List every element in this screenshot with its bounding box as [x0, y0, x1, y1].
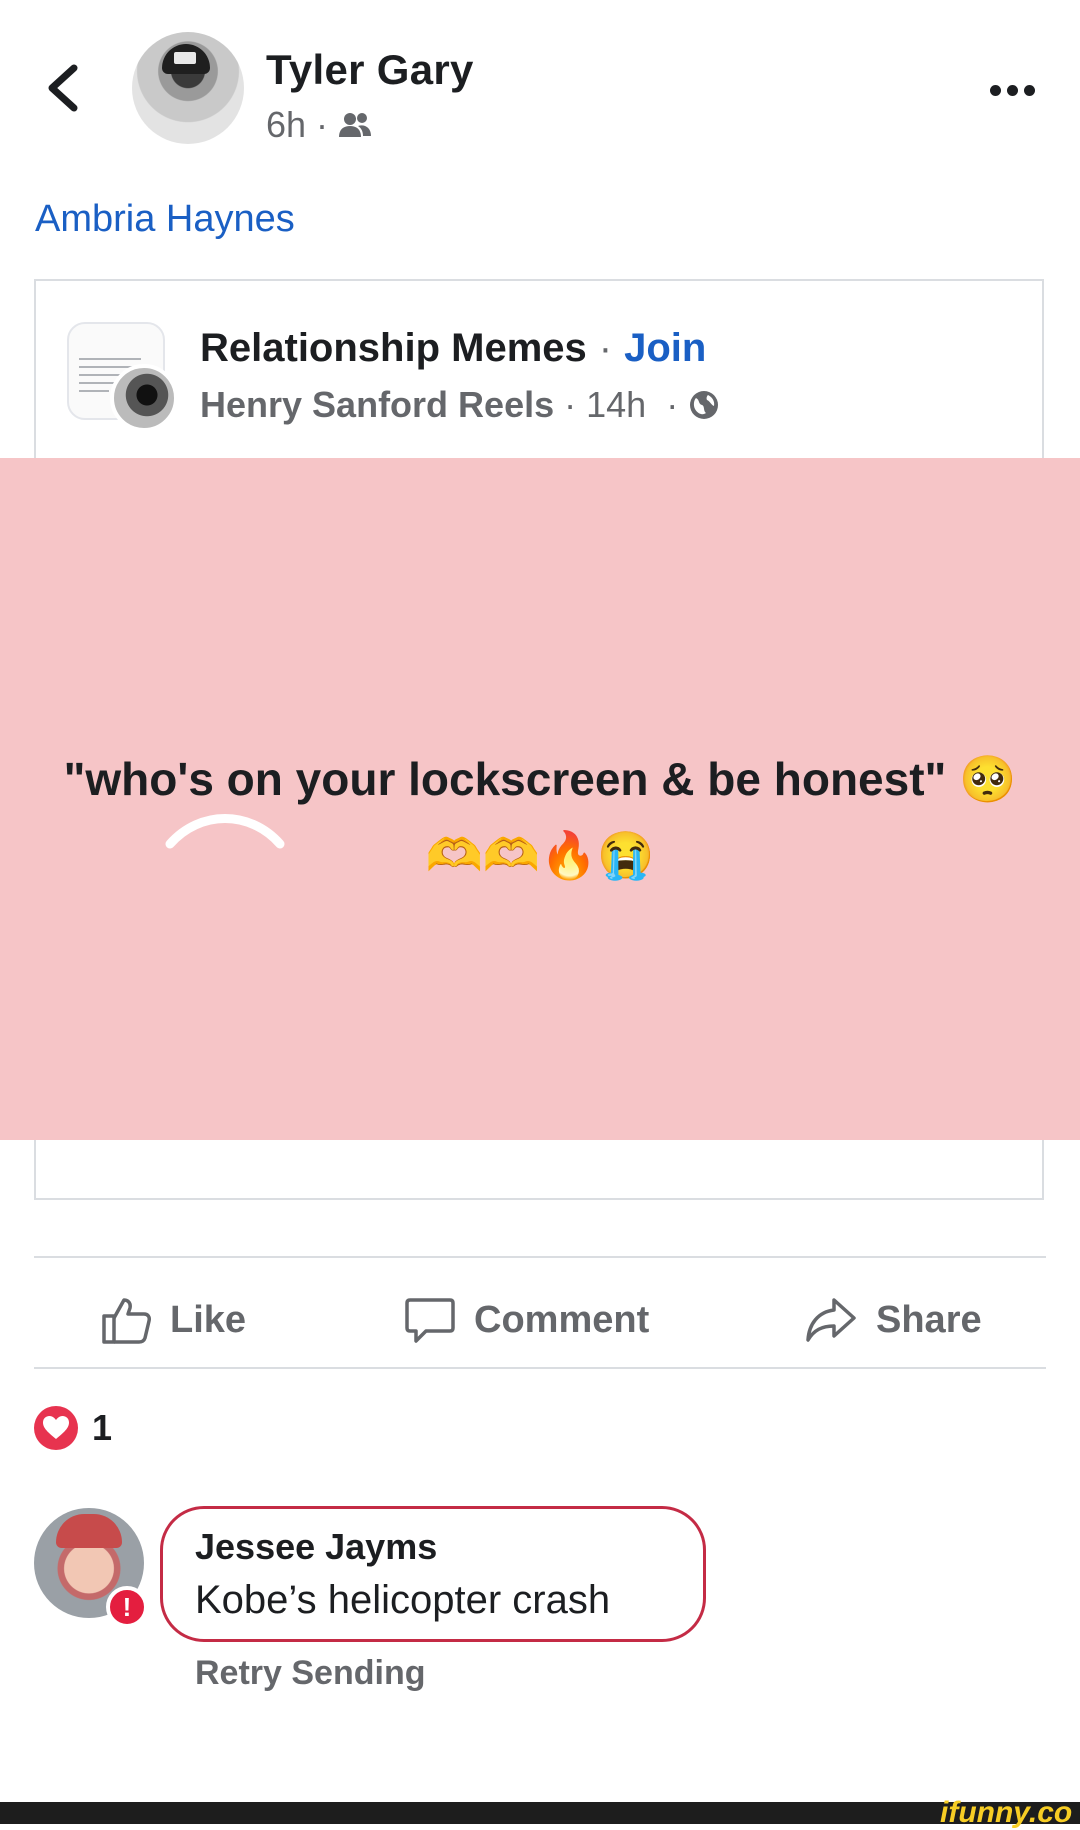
comment-text: Kobe’s helicopter crash: [195, 1578, 611, 1622]
source-separator-2: ·: [666, 384, 679, 425]
share-label: Share: [876, 1298, 982, 1341]
post-meta: 6h ·: [266, 104, 372, 146]
back-button[interactable]: [40, 60, 90, 116]
reaction-summary[interactable]: 1: [34, 1406, 112, 1450]
dot-icon: [1006, 84, 1018, 96]
group-name[interactable]: Relationship Memes: [200, 326, 587, 371]
share-button[interactable]: Share: [804, 1292, 982, 1348]
thumbs-up-icon: [102, 1298, 151, 1344]
like-button[interactable]: Like: [100, 1292, 246, 1348]
globe-icon: [690, 391, 719, 419]
post-time: 6h: [266, 104, 307, 145]
watermark-text: ifunny.co: [940, 1796, 1073, 1829]
divider: [34, 1256, 1046, 1258]
comment-label: Comment: [474, 1298, 650, 1341]
comment-button[interactable]: Comment: [404, 1292, 649, 1348]
like-label: Like: [170, 1298, 247, 1341]
source-line: Henry Sanford Reels · 14h ·: [200, 384, 720, 426]
source-time: 14h: [586, 384, 647, 425]
author-avatar[interactable]: [132, 32, 244, 144]
author-name[interactable]: Tyler Gary: [266, 46, 474, 94]
love-reaction-icon: [34, 1406, 78, 1450]
retry-sending-button[interactable]: Retry Sending: [195, 1654, 425, 1693]
comment-bubble-icon: [405, 1298, 455, 1343]
meta-separator: ·: [316, 104, 329, 145]
tagged-user-link[interactable]: Ambria Haynes: [35, 198, 295, 241]
source-name[interactable]: Henry Sanford Reels: [200, 384, 554, 426]
friends-audience-icon: [339, 113, 372, 137]
group-separator: ·: [598, 326, 613, 370]
join-group-button[interactable]: Join: [624, 326, 706, 371]
media-emoji-line: 🫶🫶🔥😭: [425, 829, 655, 881]
share-arrow-icon: [806, 1298, 856, 1342]
watermark-bar: [0, 1802, 1080, 1824]
more-options-button[interactable]: [982, 70, 1042, 110]
chevron-left-icon: [48, 64, 78, 112]
comment-author[interactable]: Jessee Jayms: [195, 1526, 437, 1568]
source-avatar[interactable]: [110, 364, 178, 432]
reaction-count: 1: [92, 1407, 113, 1448]
dot-icon: [1023, 84, 1035, 96]
divider: [34, 1367, 1046, 1369]
media-caption: "who's on your lockscreen & be honest" 🥺: [63, 753, 1017, 805]
group-line: Relationship Memes · Join: [200, 326, 706, 371]
error-icon: !: [106, 1586, 148, 1628]
dot-icon: [989, 84, 1001, 96]
source-separator: ·: [564, 384, 577, 425]
